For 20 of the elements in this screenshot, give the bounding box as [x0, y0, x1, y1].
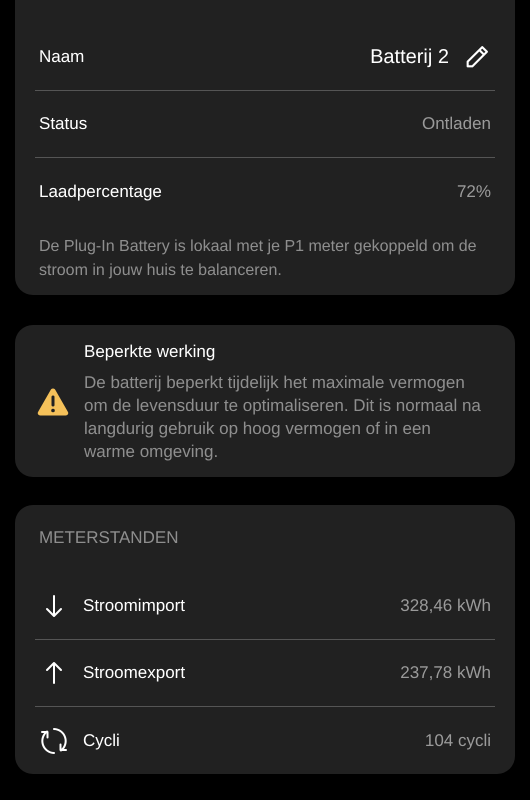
description: De Plug-In Battery is lokaal met je P1 meter gekoppeld om de stroom in jouw huis te balanceren.	[38, 237, 478, 281]
row-value: Ontladen	[422, 113, 491, 136]
refresh-icon	[39, 726, 69, 756]
meter-label: Stroomexport	[83, 662, 186, 684]
meter-value: 328,46 kWh	[400, 595, 491, 618]
arrow-up-icon	[45, 661, 63, 685]
warning-text: De batterij beperkt tijdelijk het maximale vermogen om de levensduur te optimaliseren. Dit is normaal na langdurig gebruik op hoog vermogen of in een warme omgeving.	[84, 372, 482, 463]
section-title: METERSTANDEN	[38, 527, 180, 549]
warning-title: Beperkte werking	[84, 341, 216, 363]
row-value: 72%	[456, 180, 491, 203]
meter-label: Cycli	[83, 730, 120, 752]
row-label: Naam	[39, 46, 84, 68]
meter-label: Stroomimport	[83, 595, 186, 618]
warning-icon	[37, 387, 69, 416]
meter-value: 104 cycli	[424, 730, 491, 752]
row-label: Status	[39, 113, 88, 136]
row-label: Laadpercentage	[39, 180, 162, 203]
battery-name: Batterij 2	[370, 45, 449, 70]
arrow-down-icon	[45, 594, 63, 618]
meter-value: 237,78 kWh	[400, 662, 491, 684]
